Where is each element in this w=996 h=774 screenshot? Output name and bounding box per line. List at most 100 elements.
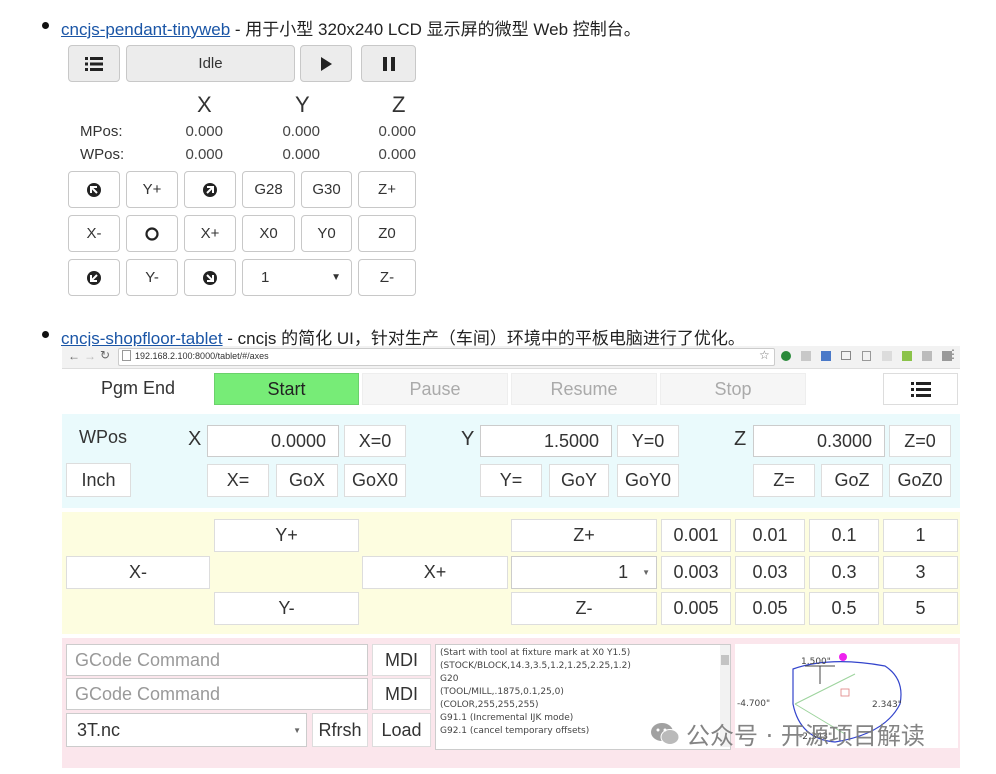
zero-z-button[interactable]: Z0: [358, 215, 416, 252]
jog-zminus-button[interactable]: Z-: [358, 259, 416, 296]
jog-xminus-button[interactable]: X-: [66, 556, 210, 589]
jog-xplus-button[interactable]: X+: [362, 556, 508, 589]
axis-y-label: Y: [461, 428, 475, 450]
arrow-up-right-icon: [203, 182, 217, 197]
step-size-select[interactable]: 1 ▼: [242, 259, 352, 296]
load-button[interactable]: Load: [372, 713, 431, 747]
x-position-value[interactable]: 0.0000: [207, 425, 339, 457]
axis-x-header: X: [197, 92, 212, 117]
jog-xplus-button[interactable]: X+: [184, 215, 236, 252]
wpos-x: 0.000: [185, 146, 223, 163]
go-z0-button[interactable]: GoZ0: [889, 464, 951, 497]
units-button[interactable]: Inch: [66, 463, 131, 497]
zero-y-button[interactable]: Y0: [301, 215, 352, 252]
z-position-value[interactable]: 0.3000: [753, 425, 885, 457]
browser-menu-icon[interactable]: ⋮: [947, 347, 959, 361]
extension-icon[interactable]: [821, 351, 831, 361]
step-05-button[interactable]: 0.5: [809, 592, 879, 625]
tinyweb-link[interactable]: cncjs-pendant-tinyweb: [61, 20, 230, 39]
y-position-value[interactable]: 1.5000: [480, 425, 612, 457]
jog-zplus-button[interactable]: Z+: [511, 519, 657, 552]
resume-button[interactable]: Resume: [511, 373, 657, 405]
file-select[interactable]: 3T.nc ▼: [66, 713, 307, 747]
scrollbar-thumb[interactable]: [721, 655, 729, 665]
jog-yplus-button[interactable]: Y+: [126, 171, 178, 208]
cast-icon[interactable]: [841, 351, 851, 360]
axis-y-header: Y: [295, 92, 310, 117]
start-button[interactable]: Start: [214, 373, 359, 405]
jog-xplus-yplus-button[interactable]: [184, 171, 236, 208]
jog-xminus-yplus-button[interactable]: [68, 171, 120, 208]
step-005-button[interactable]: 0.05: [735, 592, 805, 625]
extension-icon[interactable]: [862, 351, 871, 361]
gcode-line: (Start with tool at fixture mark at X0 Y…: [440, 648, 631, 658]
go-y0-button[interactable]: GoY0: [617, 464, 679, 497]
step-01-button[interactable]: 0.1: [809, 519, 879, 552]
go-x0-button[interactable]: GoX0: [344, 464, 406, 497]
extension-icon[interactable]: [902, 351, 912, 361]
extension-icon[interactable]: [922, 351, 932, 361]
browser-toolbar: ← → ↻ 192.168.2.100:8000/tablet/#/axes ☆…: [62, 346, 960, 369]
play-icon: [321, 56, 332, 71]
g28-button[interactable]: G28: [242, 171, 295, 208]
mdi-button[interactable]: MDI: [372, 678, 431, 710]
g30-button[interactable]: G30: [301, 171, 352, 208]
step-0005-button[interactable]: 0.005: [661, 592, 731, 625]
jog-zminus-button[interactable]: Z-: [511, 592, 657, 625]
menu-button[interactable]: [68, 45, 120, 82]
mpos-x: 0.000: [185, 123, 223, 140]
gcode-command-input[interactable]: GCode Command: [66, 678, 368, 710]
pause-button[interactable]: Pause: [362, 373, 508, 405]
jog-yminus-button[interactable]: Y-: [126, 259, 178, 296]
gcode-line: (COLOR,255,255,255): [440, 700, 539, 710]
forward-icon[interactable]: →: [84, 349, 96, 363]
menu-button[interactable]: [883, 373, 958, 405]
jog-xminus-yminus-button[interactable]: [68, 259, 120, 296]
list-bullet: [42, 331, 49, 338]
stop-button[interactable]: Stop: [660, 373, 806, 405]
zero-x-button[interactable]: X0: [242, 215, 295, 252]
step-0003-button[interactable]: 0.003: [661, 556, 731, 589]
mdi-button[interactable]: MDI: [372, 644, 431, 676]
address-bar[interactable]: 192.168.2.100:8000/tablet/#/axes: [118, 348, 775, 366]
step-003-button[interactable]: 0.03: [735, 556, 805, 589]
step-5-button[interactable]: 5: [883, 592, 958, 625]
step-3-button[interactable]: 3: [883, 556, 958, 589]
jog-step-select[interactable]: 1 ▼: [511, 556, 657, 589]
reload-icon[interactable]: ↻: [100, 348, 110, 362]
step-03-button[interactable]: 0.3: [809, 556, 879, 589]
jog-xminus-button[interactable]: X-: [68, 215, 120, 252]
back-icon[interactable]: ←: [68, 349, 80, 363]
go-y-button[interactable]: GoY: [549, 464, 609, 497]
go-z-button[interactable]: GoZ: [821, 464, 883, 497]
go-x-button[interactable]: GoX: [276, 464, 338, 497]
refresh-button[interactable]: Rfrsh: [312, 713, 368, 747]
step-0001-button[interactable]: 0.001: [661, 519, 731, 552]
center-button[interactable]: [126, 215, 178, 252]
zero-x-button[interactable]: X=0: [344, 425, 406, 457]
set-y-button[interactable]: Y=: [480, 464, 542, 497]
gcode-command-input[interactable]: GCode Command: [66, 644, 368, 676]
pause-button[interactable]: [361, 45, 416, 82]
jog-xplus-yminus-button[interactable]: [184, 259, 236, 296]
extension-icon[interactable]: [801, 351, 811, 361]
wpos-y: 0.000: [282, 146, 320, 163]
zero-z-button[interactable]: Z=0: [889, 425, 951, 457]
set-z-button[interactable]: Z=: [753, 464, 815, 497]
caret-down-icon: ▼: [642, 568, 650, 577]
extension-icon[interactable]: [781, 351, 791, 361]
jog-yplus-button[interactable]: Y+: [214, 519, 359, 552]
jog-zplus-button[interactable]: Z+: [358, 171, 416, 208]
jog-yminus-button[interactable]: Y-: [214, 592, 359, 625]
preview-right-label: 2.343": [872, 700, 902, 710]
gcode-line: (STOCK/BLOCK,14.3,3.5,1.2,1.25,2.25,1.2): [440, 661, 631, 671]
extension-icon[interactable]: [882, 351, 892, 361]
zero-y-button[interactable]: Y=0: [617, 425, 679, 457]
mpos-y: 0.000: [282, 123, 320, 140]
set-x-button[interactable]: X=: [207, 464, 269, 497]
star-icon[interactable]: ☆: [759, 348, 770, 362]
circle-icon: [145, 226, 159, 241]
step-001-button[interactable]: 0.01: [735, 519, 805, 552]
play-button[interactable]: [300, 45, 352, 82]
step-1-button[interactable]: 1: [883, 519, 958, 552]
